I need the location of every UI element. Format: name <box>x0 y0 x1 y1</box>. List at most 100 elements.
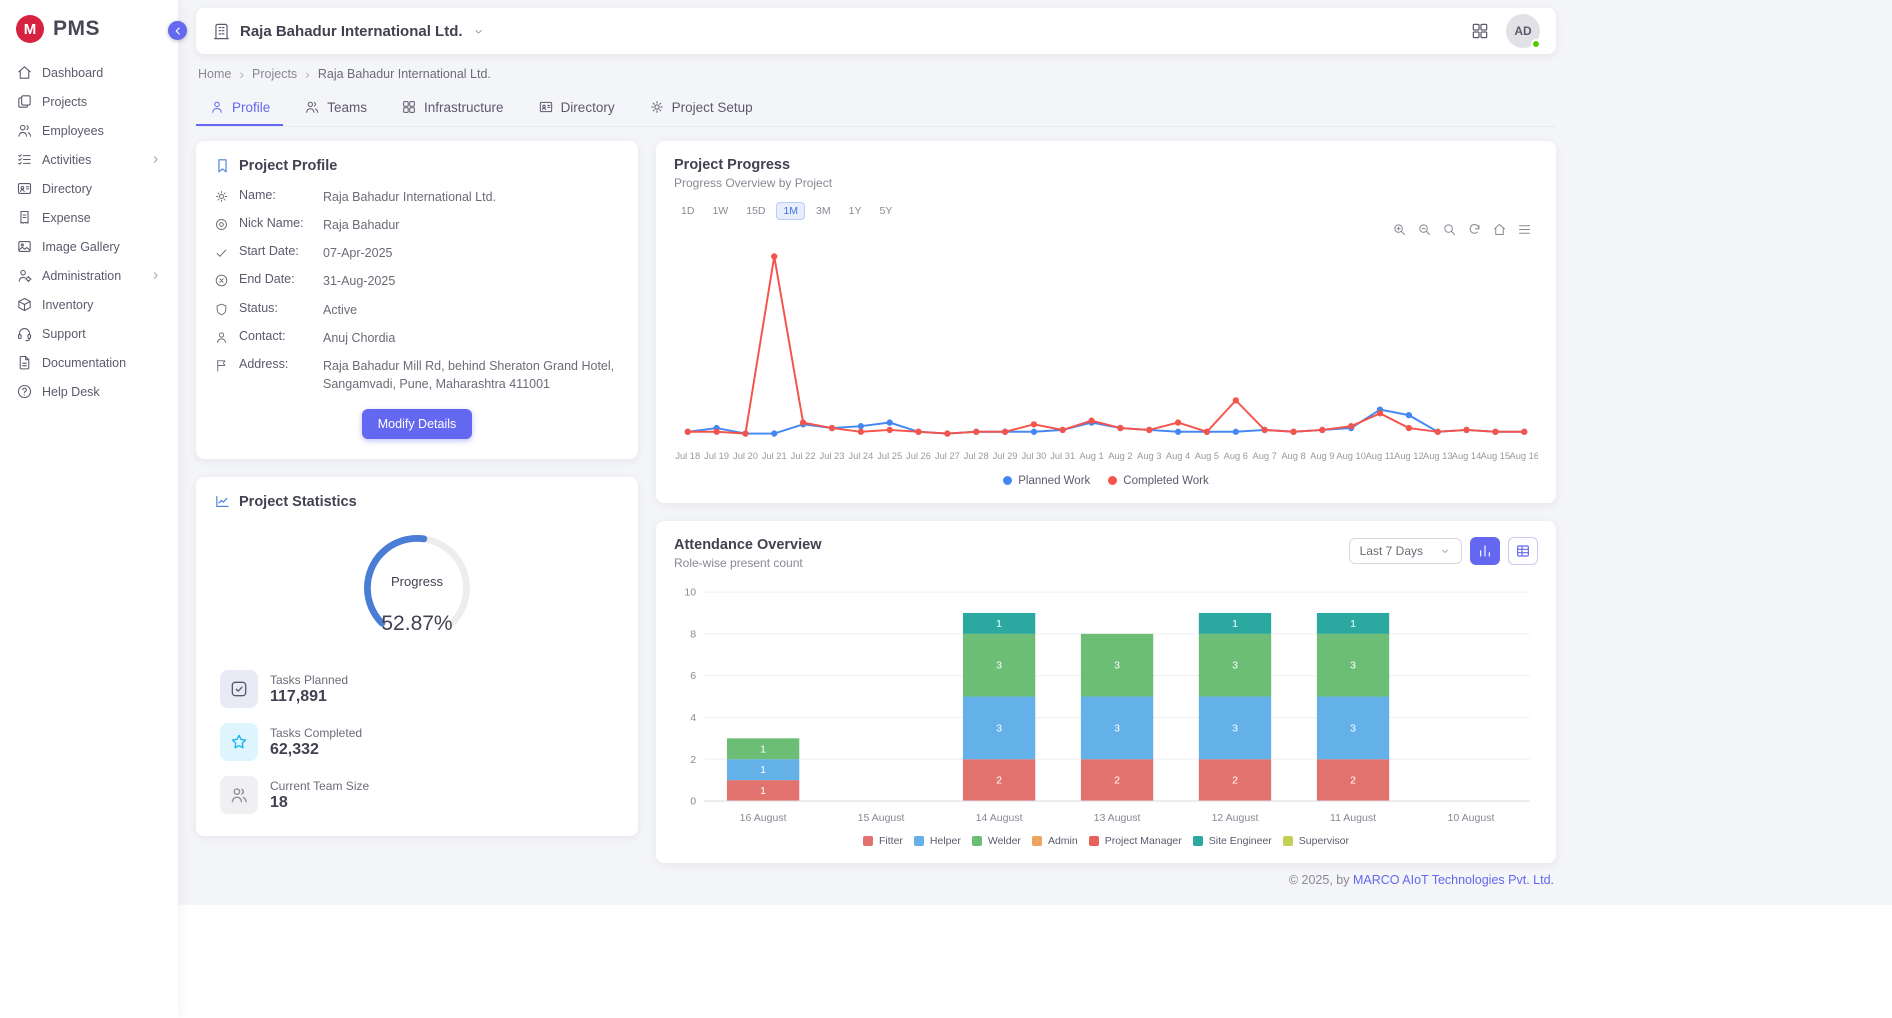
chevron-down-icon <box>1439 545 1451 557</box>
legend-item[interactable]: Welder <box>972 835 1021 847</box>
legend-item[interactable]: Project Manager <box>1089 835 1182 847</box>
breadcrumb-current: Raja Bahadur International Ltd. <box>318 67 491 81</box>
range-1w-button[interactable]: 1W <box>705 202 735 220</box>
sidebar-collapse-button[interactable] <box>168 21 187 40</box>
brand[interactable]: M PMS <box>0 0 178 55</box>
legend-item[interactable]: Completed Work <box>1108 475 1208 487</box>
legend-item[interactable]: Planned Work <box>1003 475 1090 487</box>
range-5y-button[interactable]: 5Y <box>872 202 899 220</box>
attendance-card-subtitle: Role-wise present count <box>674 556 821 570</box>
sidebar-item-image-gallery[interactable]: Image Gallery <box>8 233 170 260</box>
svg-text:12 August: 12 August <box>1212 812 1259 824</box>
breadcrumb-home[interactable]: Home <box>198 67 231 81</box>
svg-text:13 August: 13 August <box>1094 812 1141 824</box>
range-1d-button[interactable]: 1D <box>674 202 701 220</box>
app-root: M PMS Dashboard Projects Employees Activ… <box>0 0 1892 1018</box>
modify-details-button[interactable]: Modify Details <box>362 409 473 439</box>
sidebar-item-administration[interactable]: Administration <box>8 262 170 289</box>
svg-text:Jul 20: Jul 20 <box>733 451 758 461</box>
progress-line-chart[interactable]: Jul 18Jul 19Jul 20Jul 21Jul 22Jul 23Jul … <box>674 237 1538 471</box>
svg-text:2: 2 <box>1350 774 1356 786</box>
svg-text:3: 3 <box>1114 722 1120 734</box>
date-range-select[interactable]: Last 7 Days <box>1349 538 1462 564</box>
tab-bar: Profile Teams Infrastructure Directory P… <box>196 90 1556 127</box>
svg-text:Aug 6: Aug 6 <box>1224 451 1248 461</box>
legend-item[interactable]: Fitter <box>863 835 903 847</box>
breadcrumb-projects[interactable]: Projects <box>252 67 297 81</box>
legend-item[interactable]: Helper <box>914 835 961 847</box>
avatar[interactable]: AD <box>1506 14 1540 48</box>
sidebar: M PMS Dashboard Projects Employees Activ… <box>0 0 178 1018</box>
sidebar-item-label: Projects <box>42 95 87 109</box>
range-15d-button[interactable]: 15D <box>739 202 772 220</box>
footer-link[interactable]: MARCO AIoT Technologies Pvt. Ltd. <box>1353 873 1554 887</box>
sidebar-item-label: Documentation <box>42 356 126 370</box>
svg-text:10: 10 <box>684 586 696 598</box>
attendance-bar-chart[interactable]: 024681011116 August15 August233114 Augus… <box>674 578 1538 831</box>
user-gear-icon <box>16 267 33 284</box>
sidebar-item-directory[interactable]: Directory <box>8 175 170 202</box>
range-1m-button[interactable]: 1M <box>776 202 805 220</box>
zoom-out-icon[interactable] <box>1417 222 1432 237</box>
apps-grid-icon[interactable] <box>1470 21 1490 41</box>
company-selector[interactable]: Raja Bahadur International Ltd. <box>212 22 485 41</box>
profile-field-end-date: End Date:31-Aug-2025 <box>214 272 620 290</box>
sidebar-item-support[interactable]: Support <box>8 320 170 347</box>
zoom-select-icon[interactable] <box>1442 222 1457 237</box>
svg-text:3: 3 <box>1232 722 1238 734</box>
attendance-controls: Last 7 Days <box>1349 537 1538 565</box>
sidebar-item-label: Employees <box>42 124 104 138</box>
sidebar-item-employees[interactable]: Employees <box>8 117 170 144</box>
svg-text:Jul 22: Jul 22 <box>791 451 816 461</box>
svg-text:4: 4 <box>690 712 696 724</box>
svg-text:Jul 26: Jul 26 <box>906 451 931 461</box>
svg-text:Aug 12: Aug 12 <box>1394 451 1424 461</box>
range-3m-button[interactable]: 3M <box>809 202 838 220</box>
main-content: Raja Bahadur International Ltd. AD Home … <box>178 0 1892 1018</box>
legend-item[interactable]: Site Engineer <box>1193 835 1272 847</box>
profile-field-address: Address:Raja Bahadur Mill Rd, behind She… <box>214 357 620 393</box>
zoom-in-icon[interactable] <box>1392 222 1407 237</box>
legend-item[interactable]: Supervisor <box>1283 835 1349 847</box>
file-text-icon <box>16 354 33 371</box>
project-progress-card: Project Progress Progress Overview by Pr… <box>656 141 1556 503</box>
range-1y-button[interactable]: 1Y <box>842 202 869 220</box>
tab-infrastructure[interactable]: Infrastructure <box>388 90 517 126</box>
sidebar-item-inventory[interactable]: Inventory <box>8 291 170 318</box>
table-view-toggle[interactable] <box>1508 537 1538 565</box>
svg-text:2: 2 <box>1114 774 1120 786</box>
tab-teams[interactable]: Teams <box>291 90 380 126</box>
attendance-chart-legend: Fitter Helper Welder Admin Project Manager Si… <box>674 835 1538 847</box>
sidebar-item-projects[interactable]: Projects <box>8 88 170 115</box>
svg-text:Jul 19: Jul 19 <box>704 451 729 461</box>
bookmark-icon <box>214 157 231 174</box>
svg-text:3: 3 <box>1232 659 1238 671</box>
svg-text:Jul 30: Jul 30 <box>1022 451 1047 461</box>
chart-line-icon <box>214 493 231 510</box>
target-icon <box>214 217 229 232</box>
svg-text:Aug 8: Aug 8 <box>1281 451 1305 461</box>
chevron-left-icon <box>172 25 184 37</box>
id-card-icon <box>538 99 554 115</box>
legend-item[interactable]: Admin <box>1032 835 1078 847</box>
tab-directory[interactable]: Directory <box>525 90 628 126</box>
reset-icon[interactable] <box>1467 222 1482 237</box>
menu-icon[interactable] <box>1517 222 1532 237</box>
breadcrumb-separator: › <box>239 66 244 82</box>
tab-profile[interactable]: Profile <box>196 90 283 126</box>
sidebar-item-activities[interactable]: Activities <box>8 146 170 173</box>
check-icon <box>214 245 229 260</box>
home-icon[interactable] <box>1492 222 1507 237</box>
svg-text:Aug 14: Aug 14 <box>1452 451 1482 461</box>
sidebar-item-dashboard[interactable]: Dashboard <box>8 59 170 86</box>
svg-text:6: 6 <box>690 670 696 682</box>
chart-view-toggle[interactable] <box>1470 537 1500 565</box>
sidebar-item-expense[interactable]: Expense <box>8 204 170 231</box>
stat-tasks-planned: Tasks Planned117,891 <box>220 670 614 708</box>
sidebar-item-documentation[interactable]: Documentation <box>8 349 170 376</box>
sidebar-item-help-desk[interactable]: Help Desk <box>8 378 170 405</box>
tab-project-setup[interactable]: Project Setup <box>636 90 766 126</box>
attendance-card-title: Attendance Overview <box>674 537 821 553</box>
svg-text:Jul 31: Jul 31 <box>1050 451 1075 461</box>
id-card-icon <box>16 180 33 197</box>
